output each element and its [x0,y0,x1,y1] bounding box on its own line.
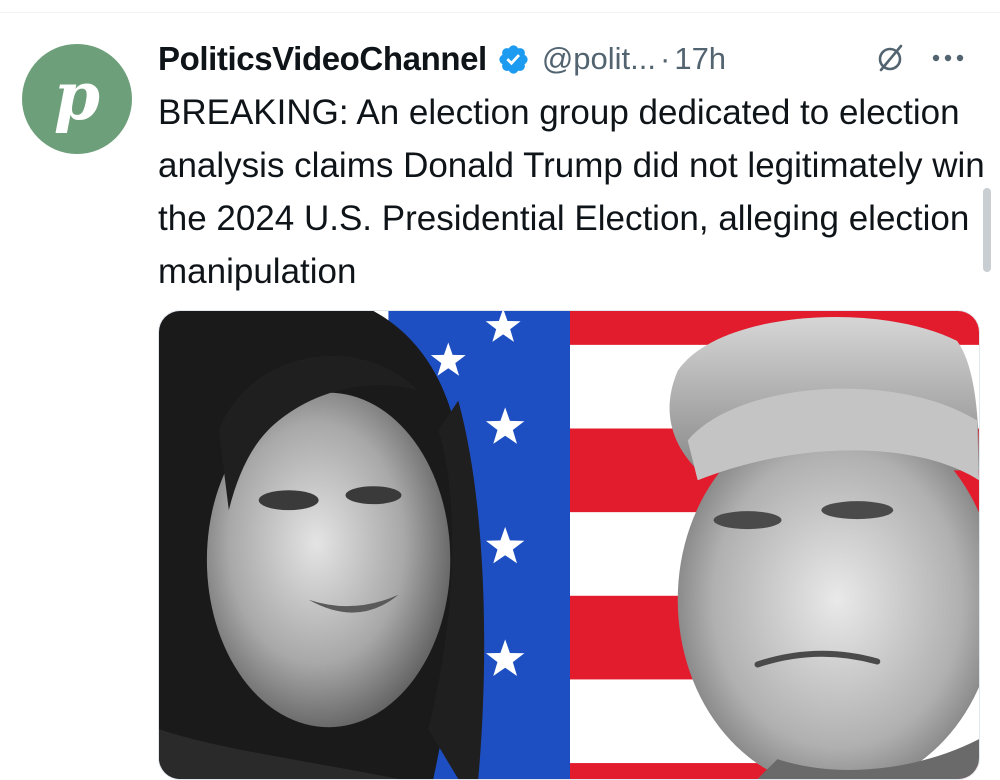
separator-dot: · [660,41,671,76]
tweet-media-image[interactable] [158,310,980,780]
verified-badge-icon [497,43,530,76]
tweet-text: BREAKING: An election group dedicated to… [158,93,985,291]
scrollbar-thumb[interactable] [983,188,991,272]
media-illustration [159,311,979,779]
timestamp[interactable]: 17h [674,41,726,77]
tweet-card: p PoliticsVideoChannel @polit... · 17h B… [0,0,1000,780]
avatar[interactable]: p [22,44,132,154]
author-handle[interactable]: @polit... [542,41,656,77]
tweet-header: PoliticsVideoChannel @polit... · 17h [158,36,988,82]
avatar-letter: p [53,57,101,135]
grok-icon[interactable] [874,42,906,74]
top-divider [0,12,1000,13]
author-display-name[interactable]: PoliticsVideoChannel [158,40,487,78]
more-options-icon[interactable] [928,38,968,78]
